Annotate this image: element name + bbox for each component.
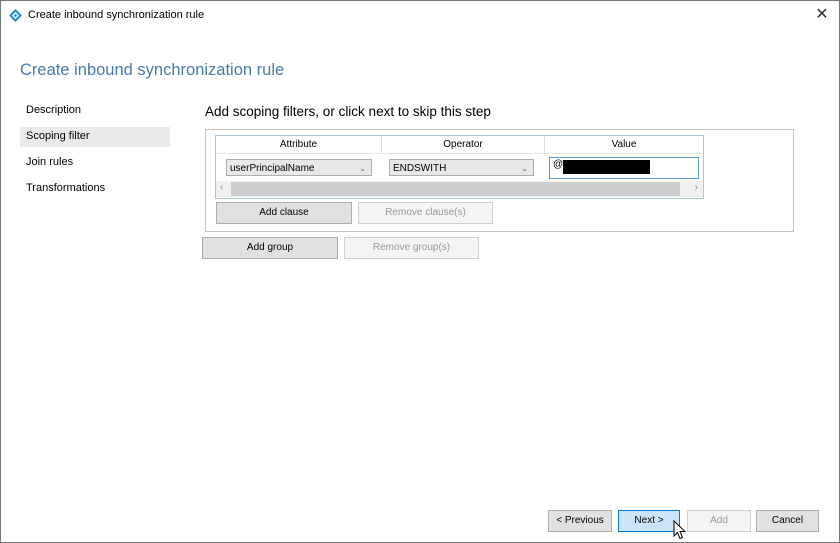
remove-group-button[interactable]: Remove group(s) bbox=[344, 237, 479, 259]
nav-item-scoping-filter[interactable]: Scoping filter bbox=[20, 127, 170, 147]
add-button[interactable]: Add bbox=[687, 510, 751, 532]
mouse-pointer-icon bbox=[673, 520, 687, 540]
add-clause-button[interactable]: Add clause bbox=[216, 202, 352, 224]
page-title: Create inbound synchronization rule bbox=[20, 61, 285, 79]
nav-item-join-rules[interactable]: Join rules bbox=[20, 153, 170, 173]
nav-item-transformations[interactable]: Transformations bbox=[20, 179, 170, 199]
nav-item-description[interactable]: Description bbox=[20, 101, 170, 121]
add-group-button[interactable]: Add group bbox=[202, 237, 338, 259]
redacted-value bbox=[563, 160, 650, 174]
wizard-nav: Description Scoping filter Join rules Tr… bbox=[20, 101, 170, 205]
value-input[interactable]: @ bbox=[549, 157, 699, 179]
horizontal-scrollbar[interactable]: ‹ › bbox=[216, 181, 703, 197]
column-header-operator[interactable]: Operator bbox=[382, 136, 545, 154]
clause-grid: Attribute Operator Value userPrincipalNa… bbox=[215, 135, 704, 199]
column-header-attribute[interactable]: Attribute bbox=[216, 136, 382, 154]
operator-value: ENDSWITH bbox=[393, 163, 447, 174]
chevron-down-icon: ⌄ bbox=[359, 164, 366, 173]
window-title: Create inbound synchronization rule bbox=[28, 9, 205, 21]
attribute-value: userPrincipalName bbox=[230, 163, 315, 174]
title-bar: Create inbound synchronization rule ✕ bbox=[1, 1, 839, 31]
sync-app-icon bbox=[9, 9, 22, 22]
dialog-window: Create inbound synchronization rule ✕ Cr… bbox=[0, 0, 840, 543]
section-heading: Add scoping filters, or click next to sk… bbox=[205, 104, 491, 119]
chevron-down-icon: ⌄ bbox=[521, 164, 528, 173]
attribute-dropdown[interactable]: userPrincipalName ⌄ bbox=[226, 159, 372, 176]
scoping-group: Attribute Operator Value userPrincipalNa… bbox=[205, 129, 794, 232]
close-icon[interactable]: ✕ bbox=[813, 6, 831, 24]
scroll-right-icon[interactable]: › bbox=[695, 182, 698, 193]
next-button[interactable]: Next > bbox=[618, 510, 680, 532]
remove-clause-button[interactable]: Remove clause(s) bbox=[358, 202, 493, 224]
operator-dropdown[interactable]: ENDSWITH ⌄ bbox=[389, 159, 534, 176]
column-header-value[interactable]: Value bbox=[545, 136, 703, 154]
value-text: @ bbox=[553, 159, 564, 170]
scroll-left-icon[interactable]: ‹ bbox=[220, 182, 223, 193]
scrollbar-thumb[interactable] bbox=[231, 182, 680, 196]
cancel-button[interactable]: Cancel bbox=[756, 510, 819, 532]
previous-button[interactable]: < Previous bbox=[548, 510, 612, 532]
